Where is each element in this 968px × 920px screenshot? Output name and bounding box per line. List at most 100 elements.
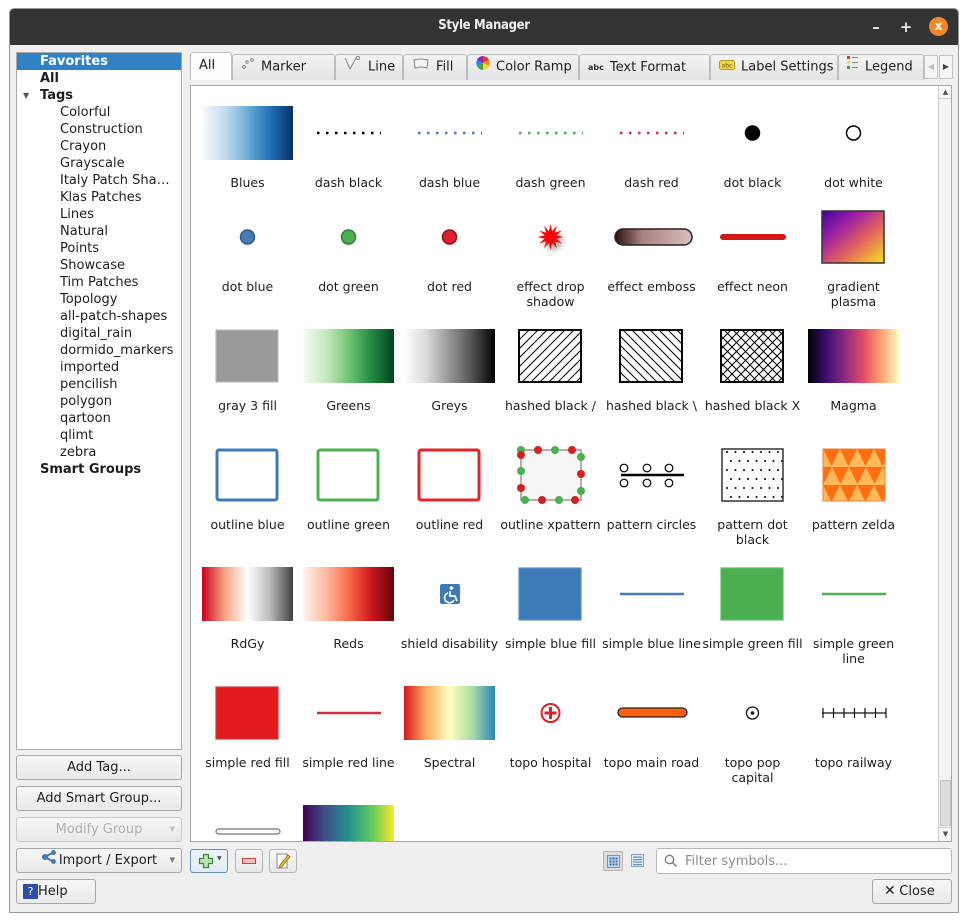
symbol-item-dash-red[interactable]: dash red xyxy=(601,106,702,225)
tree-item-tag[interactable]: qlimt xyxy=(17,427,181,444)
expand-arrow-icon[interactable]: ▼ xyxy=(23,87,29,104)
symbol-item-hashed-black[interactable]: hashed black / xyxy=(500,329,601,448)
tree-item-favorites[interactable]: Favorites xyxy=(17,53,181,70)
remove-symbol-button[interactable] xyxy=(235,849,263,873)
tab-legend[interactable]: Legend xyxy=(838,54,924,80)
symbol-item-effect-emboss[interactable]: effect emboss xyxy=(601,210,702,329)
symbol-item-outline-green[interactable]: outline green xyxy=(298,448,399,567)
tree-item-tag[interactable]: Showcase xyxy=(17,257,181,274)
symbol-item-greys[interactable]: Greys xyxy=(399,329,500,448)
tree-item-tag[interactable]: Construction xyxy=(17,121,181,138)
tab-all[interactable]: All xyxy=(190,52,232,80)
symbol-item-dot-green[interactable]: dot green xyxy=(298,210,399,329)
minimize-button[interactable]: – xyxy=(866,17,886,37)
tree-item-all[interactable]: All xyxy=(17,70,181,87)
add-symbol-button[interactable]: ▼ xyxy=(190,849,228,873)
close-button[interactable]: ✕ Close xyxy=(872,879,952,904)
tree-item-smart-groups[interactable]: Smart Groups xyxy=(17,461,181,478)
tree-item-tag[interactable]: dormido_markers xyxy=(17,342,181,359)
symbol-item-topo-railway[interactable]: topo railway xyxy=(803,686,904,805)
symbol-item-effect-drop-shadow[interactable]: effect drop shadow xyxy=(500,210,601,329)
close-window-button[interactable]: x xyxy=(929,17,948,36)
tree-item-tag[interactable]: Topology xyxy=(17,291,181,308)
symbol-item-dot-black[interactable]: dot black xyxy=(702,106,803,225)
tree-item-tag[interactable]: polygon xyxy=(17,393,181,410)
scroll-down-arrow[interactable]: ▼ xyxy=(939,827,951,840)
symbol-item-simple-green-fill[interactable]: simple green fill xyxy=(702,567,803,686)
symbol-item-unnamed[interactable] xyxy=(298,805,399,841)
tree-item-tag[interactable]: zebra xyxy=(17,444,181,461)
symbol-item-dot-blue[interactable]: dot blue xyxy=(197,210,298,329)
tab-label-settings[interactable]: abc Label Settings xyxy=(710,54,838,80)
tree-item-tag[interactable]: qartoon xyxy=(17,410,181,427)
symbol-item-simple-blue-line[interactable]: simple blue line xyxy=(601,567,702,686)
tree-item-tag[interactable]: Italy Patch Sha… xyxy=(17,172,181,189)
modify-group-button[interactable]: Modify Group ▼ xyxy=(16,817,182,842)
tree-item-tag[interactable]: imported xyxy=(17,359,181,376)
symbol-item-dash-green[interactable]: dash green xyxy=(500,106,601,225)
symbol-item-effect-neon[interactable]: effect neon xyxy=(702,210,803,329)
symbol-item-simple-green-line[interactable]: simple green line xyxy=(803,567,904,686)
symbol-item-topo-pop-capital[interactable]: topo pop capital xyxy=(702,686,803,805)
symbol-item-blues[interactable]: Blues xyxy=(197,106,298,225)
tree-item-tags[interactable]: ▼ Tags xyxy=(17,87,181,104)
symbol-item-magma[interactable]: Magma xyxy=(803,329,904,448)
add-smart-group-button[interactable]: Add Smart Group... xyxy=(16,786,182,811)
group-tree[interactable]: Favorites All ▼ Tags Colorful Construction Cra… xyxy=(16,52,182,750)
tree-item-tag[interactable]: Colorful xyxy=(17,104,181,121)
symbol-item-gradient-plasma[interactable]: gradient plasma xyxy=(803,210,904,329)
symbol-item-rdgy[interactable]: RdGy xyxy=(197,567,298,686)
symbol-item-pattern-dot-black[interactable]: pattern dot black xyxy=(702,448,803,567)
tree-item-tag[interactable]: Tim Patches xyxy=(17,274,181,291)
tab-fill[interactable]: Fill xyxy=(403,54,467,80)
symbol-item-spectral[interactable]: Spectral xyxy=(399,686,500,805)
symbol-item-shield-disability[interactable]: shield disability xyxy=(399,567,500,686)
tree-item-tag[interactable]: Lines xyxy=(17,206,181,223)
maximize-button[interactable]: + xyxy=(896,17,916,37)
symbol-item-topo-hospital[interactable]: topo hospital xyxy=(500,686,601,805)
symbol-item-outline-xpattern[interactable]: outline xpattern xyxy=(500,446,601,567)
symbol-item-hashed-black[interactable]: hashed black \ xyxy=(601,329,702,448)
symbol-item-dot-white[interactable]: dot white xyxy=(803,106,904,225)
tree-item-tag[interactable]: Natural xyxy=(17,223,181,240)
tab-text-format[interactable]: abc Text Format xyxy=(579,54,710,80)
tab-marker[interactable]: Marker xyxy=(232,54,335,80)
symbol-grid[interactable]: ▲ ▼ Blues dash black dash blue dash green da… xyxy=(190,85,952,842)
tree-item-tag[interactable]: pencilish xyxy=(17,376,181,393)
edit-symbol-button[interactable] xyxy=(269,849,297,873)
symbol-item-unnamed[interactable] xyxy=(197,805,298,841)
vertical-scrollbar[interactable]: ▲ ▼ xyxy=(938,86,951,841)
tree-item-tag[interactable]: digital_rain xyxy=(17,325,181,342)
help-button[interactable]: ? Help xyxy=(16,879,96,904)
tree-item-tag[interactable]: all-patch-shapes xyxy=(17,308,181,325)
symbol-item-outline-blue[interactable]: outline blue xyxy=(197,448,298,567)
symbol-item-simple-red-line[interactable]: simple red line xyxy=(298,686,399,805)
symbol-item-topo-main-road[interactable]: topo main road xyxy=(601,686,702,805)
list-view-button[interactable] xyxy=(628,851,648,871)
tree-item-tag[interactable]: Klas Patches xyxy=(17,189,181,206)
tab-color-ramp[interactable]: Color Ramp xyxy=(467,54,579,80)
symbol-item-outline-red[interactable]: outline red xyxy=(399,448,500,567)
filter-symbols-field[interactable] xyxy=(656,848,952,874)
symbol-item-gray-3-fill[interactable]: gray 3 fill xyxy=(197,329,298,448)
icon-view-button[interactable] xyxy=(603,851,623,871)
symbol-item-pattern-zelda[interactable]: pattern zelda xyxy=(803,448,904,567)
symbol-item-dash-blue[interactable]: dash blue xyxy=(399,106,500,225)
symbol-item-simple-red-fill[interactable]: simple red fill xyxy=(197,686,298,805)
symbol-item-pattern-circles[interactable]: pattern circles xyxy=(601,448,702,567)
tab-scroll-left-arrow[interactable]: ◀ xyxy=(924,55,938,79)
symbol-item-dash-black[interactable]: dash black xyxy=(298,106,399,225)
symbol-item-reds[interactable]: Reds xyxy=(298,567,399,686)
symbol-item-dot-red[interactable]: dot red xyxy=(399,210,500,329)
tree-item-tag[interactable]: Crayon xyxy=(17,138,181,155)
tree-item-tag[interactable]: Points xyxy=(17,240,181,257)
tab-line[interactable]: Line xyxy=(335,54,403,80)
symbol-item-simple-blue-fill[interactable]: simple blue fill xyxy=(500,567,601,686)
filter-symbols-input[interactable] xyxy=(683,852,945,870)
scroll-up-arrow[interactable]: ▲ xyxy=(939,86,951,99)
scrollbar-thumb[interactable] xyxy=(940,780,951,826)
symbol-item-hashed-black-x[interactable]: hashed black X xyxy=(702,329,803,448)
symbol-item-greens[interactable]: Greens xyxy=(298,329,399,448)
tab-scroll-right-arrow[interactable]: ▶ xyxy=(939,55,953,79)
tree-item-tag[interactable]: Grayscale xyxy=(17,155,181,172)
